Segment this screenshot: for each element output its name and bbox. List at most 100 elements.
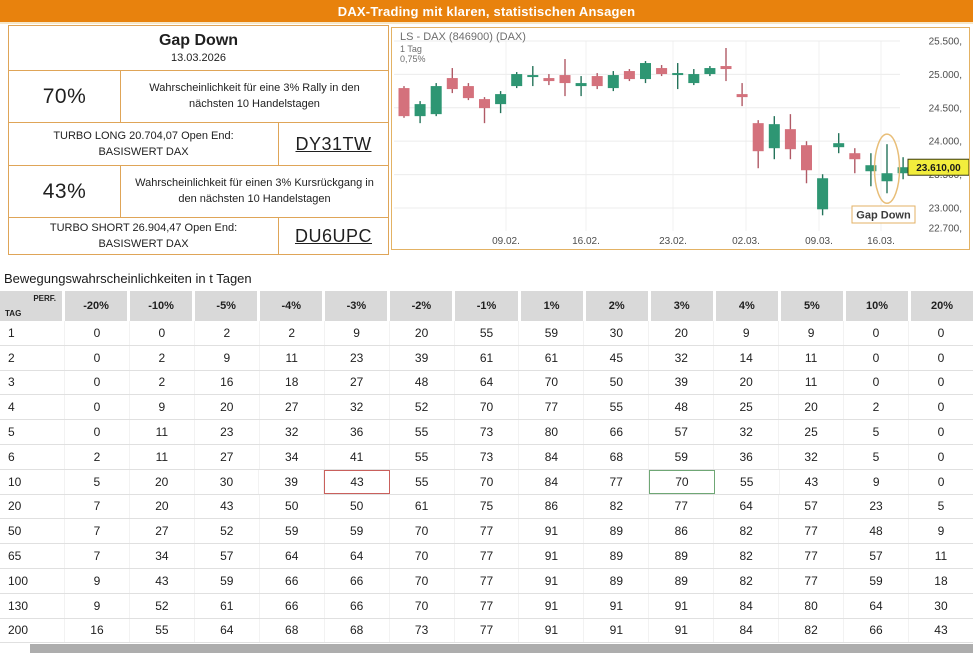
- table-cell: 45: [584, 346, 649, 370]
- table-cell: 0: [909, 346, 973, 370]
- signal-date: 13.03.2026: [171, 52, 226, 64]
- y-axis-tick-label: 25.000,: [929, 70, 962, 81]
- table-cell: 0: [844, 321, 909, 345]
- rally-description: Wahrscheinlichkeit für eine 3% Rally in …: [121, 81, 388, 113]
- table-cell: 61: [519, 346, 584, 370]
- column-header: -5%: [195, 291, 260, 321]
- candle: [849, 148, 860, 173]
- table-cell: 82: [714, 569, 779, 593]
- candle: [672, 63, 683, 89]
- table-cell: 0: [909, 321, 973, 345]
- table-row: 65734576464707791898982775711: [0, 544, 973, 569]
- table-cell: 68: [260, 619, 325, 643]
- table-cell: 77: [779, 519, 844, 543]
- tag-cell: 3: [0, 371, 65, 395]
- tag-cell: 20: [0, 495, 65, 519]
- table-cell: 57: [844, 544, 909, 568]
- table-row: 105203039435570847770554390: [0, 470, 973, 495]
- table-cell: 70: [390, 519, 455, 543]
- highlighted-cell-decline: 43: [324, 470, 390, 494]
- column-header: 4%: [716, 291, 781, 321]
- signal-name: Gap Down: [159, 32, 238, 50]
- table-row: 10022920555930209900: [0, 321, 973, 346]
- table-cell: 64: [714, 495, 779, 519]
- table-cell: 84: [714, 619, 779, 643]
- table-cell: 11: [130, 420, 195, 444]
- column-header: -1%: [455, 291, 520, 321]
- y-axis-tick-label: 23.000,: [929, 203, 962, 214]
- table-cell: 70: [455, 470, 520, 494]
- table-cell: 0: [65, 395, 130, 419]
- table-cell: 0: [909, 395, 973, 419]
- candle: [785, 114, 796, 159]
- column-header: 2%: [586, 291, 651, 321]
- table-cell: 55: [455, 321, 520, 345]
- table-cell: 66: [584, 420, 649, 444]
- table-cell: 89: [584, 569, 649, 593]
- table-corner-header: PERF.TAG: [0, 291, 65, 321]
- turbo-long-wkn-link[interactable]: DY31TW: [295, 134, 371, 155]
- table-cell: 55: [390, 420, 455, 444]
- table-cell: 9: [909, 519, 973, 543]
- table-cell: 59: [195, 569, 260, 593]
- turbo-long-label-line1: TURBO LONG 20.704,07 Open End:: [53, 128, 233, 145]
- table-cell: 0: [844, 346, 909, 370]
- table-cell: 27: [260, 395, 325, 419]
- table-cell: 57: [195, 544, 260, 568]
- gap-down-annotation-label: Gap Down: [856, 210, 911, 222]
- y-axis-tick-label: 24.000,: [929, 137, 962, 148]
- table-cell: 61: [455, 346, 520, 370]
- turbo-short-label-line1: TURBO SHORT 26.904,47 Open End:: [50, 220, 237, 237]
- table-cell: 91: [519, 569, 584, 593]
- table-cell: 2: [130, 371, 195, 395]
- table-row: 4092027325270775548252020: [0, 395, 973, 420]
- column-header: 1%: [521, 291, 586, 321]
- table-cell: 50: [325, 495, 390, 519]
- x-axis-tick-label: 16.02.: [572, 236, 600, 247]
- table-cell: 50: [584, 371, 649, 395]
- table-cell: 9: [65, 569, 130, 593]
- table-cell: 11: [260, 346, 325, 370]
- table-cell: 59: [649, 445, 714, 469]
- table-cell: 0: [844, 371, 909, 395]
- tag-cell: 2: [0, 346, 65, 370]
- table-cell: 7: [65, 495, 130, 519]
- table-cell: 80: [779, 594, 844, 618]
- table-cell: 77: [519, 395, 584, 419]
- table-cell: 48: [390, 371, 455, 395]
- dax-trading-dashboard: DAX-Trading mit klaren, statistischen An…: [0, 0, 973, 653]
- table-cell: 57: [649, 420, 714, 444]
- table-row: 2072043505061758682776457235: [0, 495, 973, 520]
- table-cell: 0: [909, 445, 973, 469]
- table-cell: 89: [649, 544, 714, 568]
- table-cell: 48: [649, 395, 714, 419]
- table-cell: 82: [714, 519, 779, 543]
- table-cell: 43: [195, 495, 260, 519]
- table-cell: 75: [455, 495, 520, 519]
- candle: [721, 48, 732, 81]
- candle: [801, 141, 812, 183]
- table-cell: 91: [519, 519, 584, 543]
- table-cell: 59: [260, 519, 325, 543]
- table-cell: 89: [584, 544, 649, 568]
- horizontal-scrollbar[interactable]: [30, 644, 973, 653]
- table-cell: 91: [584, 594, 649, 618]
- candle: [415, 101, 426, 123]
- table-cell: 55: [130, 619, 195, 643]
- table-cell: 73: [455, 445, 520, 469]
- table-cell: 66: [325, 594, 390, 618]
- tag-axis-label: TAG: [5, 309, 21, 318]
- y-axis-tick-label: 24.500,: [929, 103, 962, 114]
- table-cell: 39: [649, 371, 714, 395]
- column-header: -4%: [260, 291, 325, 321]
- candle: [463, 83, 474, 100]
- table-cell: 23: [844, 495, 909, 519]
- column-header: 10%: [846, 291, 911, 321]
- candle: [576, 76, 587, 96]
- turbo-short-wkn-link[interactable]: DU6UPC: [295, 226, 372, 247]
- table-cell: 70: [519, 371, 584, 395]
- x-axis-tick-label: 09.02.: [492, 236, 520, 247]
- candle: [511, 72, 522, 88]
- table-cell: 0: [909, 470, 973, 494]
- table-cell: 2: [260, 321, 325, 345]
